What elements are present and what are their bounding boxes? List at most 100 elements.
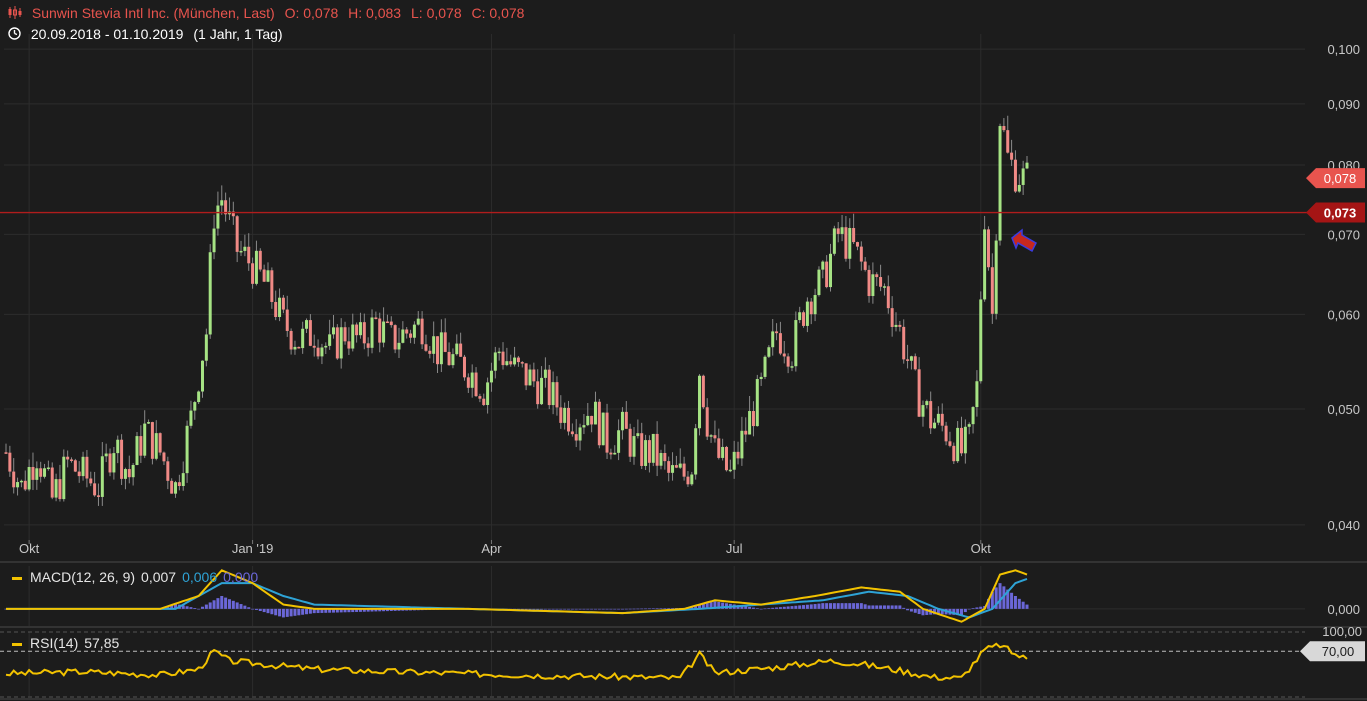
candle-body [436,336,440,365]
candle-body [840,227,844,234]
candle-body [104,453,108,457]
candle-body [624,411,628,429]
close-value: C: 0,078 [471,5,525,21]
macd-histogram-bar [798,605,802,609]
candle-body [605,412,609,453]
macd-histogram-bar [667,608,671,609]
candle-body [767,347,771,357]
macd-histogram-bar [1021,601,1025,609]
macd-histogram-bar [543,608,547,610]
candle-body [620,411,624,431]
macd-y-tick-label: 0,000 [1327,602,1360,617]
candle-body [563,407,567,423]
candle-body [936,413,940,423]
candle-body [813,295,817,315]
candle-body [174,482,178,494]
candle-body [274,301,278,317]
candle-body [644,440,648,466]
candle-body [647,440,651,463]
macd-histogram-bar [555,608,559,610]
candle-body [235,216,239,252]
candle-body [790,366,794,368]
candle-body [501,351,505,366]
rsi-level-text: 70,00 [1322,644,1355,659]
candle-body [794,320,798,367]
candle-body [139,436,143,456]
macd-histogram-bar [879,605,883,609]
macd-histogram-bar [266,608,270,614]
instrument-name: Sunwin Stevia Intl Inc. (München, Last) [31,5,275,21]
macd-histogram-bar [663,608,667,609]
candle-body [963,426,967,454]
candle-body [1017,184,1021,192]
candle-body [54,479,58,498]
candle-body [293,346,297,350]
candle-body [412,324,416,338]
candle-body [817,269,821,296]
rsi-color-swatch [12,642,22,646]
macd-histogram-bar [601,608,605,610]
candle-body [66,456,70,460]
candle-body [724,446,728,471]
candle-body [77,471,81,477]
candle-body [4,452,8,454]
macd-legend[interactable]: MACD(12, 26, 9) 0,007 0,006 0,000 [12,569,264,585]
candle-body [940,413,944,426]
candle-body [320,347,324,357]
candle-body [278,297,282,317]
candle-body [759,376,763,380]
macd-histogram-bar [802,605,806,609]
candle-body [100,456,104,497]
candle-body [894,324,898,327]
rsi-value: 57,85 [84,635,120,651]
stock-chart[interactable]: Okt Jan '19 Apr Jul Okt0,1000,0900,0800,0700… [0,0,1367,701]
candle-body [740,430,744,459]
candle-body [489,370,493,383]
candle-body [547,369,551,406]
price-label-text: 0,073 [1324,206,1357,221]
macd-histogram-bar [636,608,640,610]
candle-body [601,412,605,446]
macd-histogram-bar [859,603,863,609]
candle-body [636,433,640,437]
candle-body [640,433,644,466]
candle-body [370,317,374,348]
candle-body [193,402,197,411]
clock-icon[interactable] [8,27,21,43]
candle-body [925,401,929,406]
candle-body [871,274,875,297]
candle-body [254,250,258,284]
candle-body [181,473,185,487]
candle-body [751,411,755,427]
candle-body [405,329,409,334]
price-label-text: 0,078 [1324,171,1357,186]
macd-histogram-bar [628,608,632,610]
candle-body [362,322,366,344]
macd-histogram-bar [651,608,655,610]
macd-histogram-bar [855,603,859,609]
macd-histogram-bar [235,602,239,609]
candle-body [16,482,20,488]
candle-body [802,312,806,326]
y-tick-label: 0,060 [1327,307,1360,322]
candle-body [613,452,617,455]
rsi-legend[interactable]: RSI(14) 57,85 [12,635,125,651]
candle-body [990,267,994,314]
candle-body [786,356,790,367]
open-value: O: 0,078 [284,5,339,21]
candle-body [62,456,66,500]
macd-histogram-bar [540,608,544,610]
macd-histogram-bar [617,608,621,610]
macd-histogram-bar [898,605,902,609]
candle-body [832,228,836,254]
candlestick-icon[interactable] [8,6,22,22]
macd-histogram-bar [624,608,628,610]
candle-body [890,308,894,327]
candle-body [335,327,339,359]
candle-body [432,336,436,354]
macd-histogram-bar [274,608,278,616]
candle-body [1025,162,1029,169]
candle-body [778,333,782,354]
macd-histogram-bar [251,608,255,610]
candle-body [474,372,478,397]
